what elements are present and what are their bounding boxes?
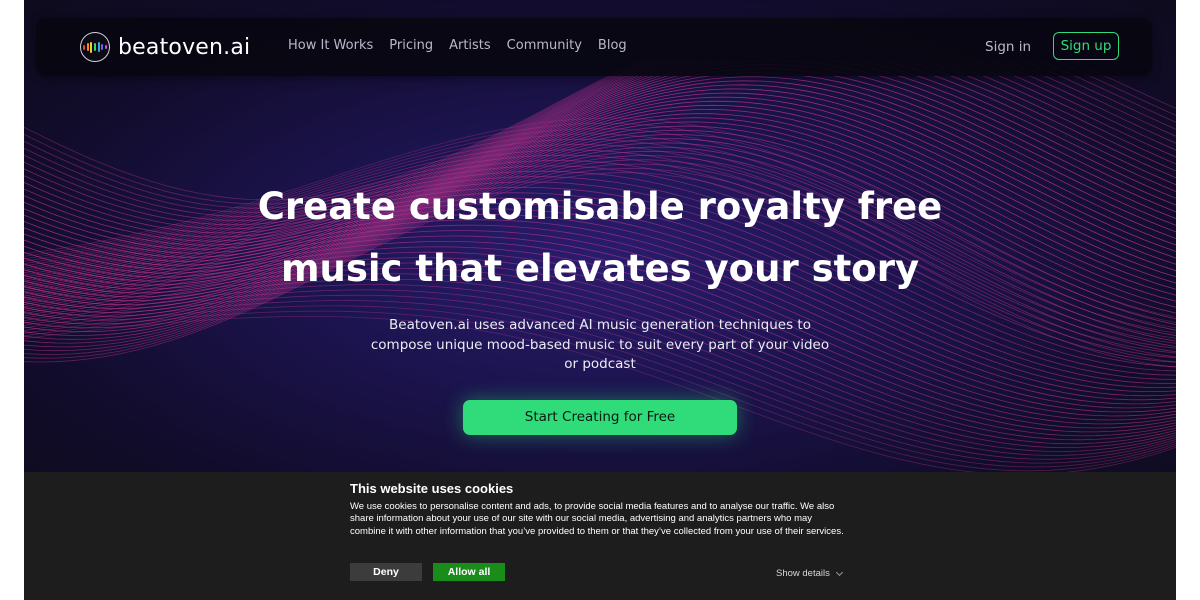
nav-link-community[interactable]: Community — [507, 38, 582, 53]
cookie-title: This website uses cookies — [350, 481, 514, 496]
show-details-link[interactable]: Show details — [776, 568, 843, 579]
show-details-label: Show details — [776, 568, 830, 579]
top-navbar: beatoven.ai How It Works Pricing Artists… — [36, 18, 1152, 76]
nav-link-blog[interactable]: Blog — [598, 38, 627, 53]
deny-cookies-button[interactable]: Deny — [350, 563, 422, 581]
hero-subtitle: Beatoven.ai uses advanced AI music gener… — [370, 317, 830, 372]
cookie-description: We use cookies to personalise content an… — [350, 501, 844, 537]
brand-logo[interactable]: beatoven.ai — [80, 32, 250, 62]
nav-link-how-it-works[interactable]: How It Works — [288, 38, 373, 53]
hero-title-line-1: Create customisable royalty free — [257, 185, 943, 228]
allow-all-cookies-button[interactable]: Allow all — [433, 563, 505, 581]
equalizer-bars-icon — [80, 32, 110, 62]
brand-name: beatoven.ai — [118, 34, 251, 60]
hero-title: Create customisable royalty free music t… — [24, 176, 1176, 300]
chevron-down-icon — [835, 568, 843, 576]
nav-links: How It Works Pricing Artists Community B… — [288, 38, 627, 53]
nav-link-pricing[interactable]: Pricing — [389, 38, 433, 53]
nav-link-artists[interactable]: Artists — [449, 38, 491, 53]
sign-in-link[interactable]: Sign in — [985, 39, 1031, 55]
hero-title-line-2: music that elevates your story — [280, 247, 920, 290]
start-creating-button[interactable]: Start Creating for Free — [463, 400, 737, 435]
sign-up-button[interactable]: Sign up — [1053, 32, 1119, 60]
page-frame: beatoven.ai How It Works Pricing Artists… — [24, 0, 1176, 600]
cookie-banner: This website uses cookies We use cookies… — [24, 472, 1176, 600]
